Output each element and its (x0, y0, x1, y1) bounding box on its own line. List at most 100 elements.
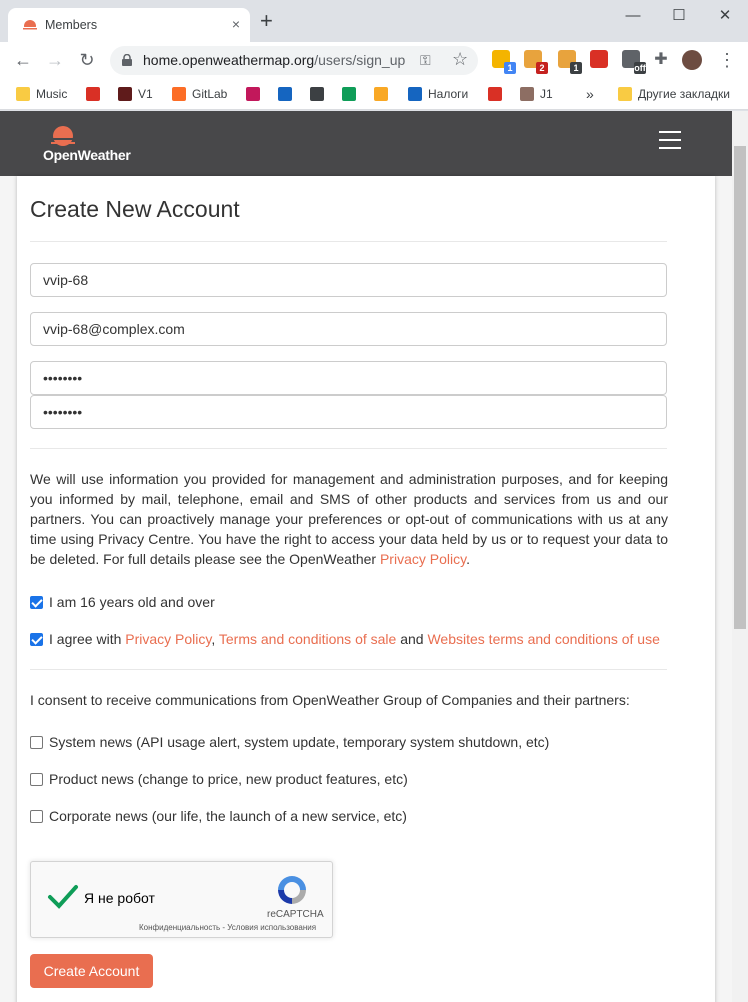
agree-checkbox-row[interactable]: I agree with Privacy Policy, Terms and c… (30, 631, 660, 647)
age-checkbox-label: I am 16 years old and over (49, 594, 215, 610)
bookmark-item[interactable]: Налоги (408, 85, 468, 103)
bookmark-item[interactable] (278, 85, 298, 103)
recaptcha-brand: reCAPTCHA (267, 909, 324, 920)
bookmarks-bar: Music V1 GitLab Налоги J1 » Другие закладки (0, 78, 748, 110)
bookmark-item[interactable]: GitLab (172, 85, 227, 103)
logo-sun-icon (49, 126, 77, 146)
ext-3-icon[interactable]: 1 (558, 50, 582, 74)
folder-icon (16, 87, 30, 101)
recaptcha-logo-icon (278, 876, 306, 904)
agree-separator: , (211, 631, 219, 647)
divider (30, 669, 667, 670)
privacy-policy-link[interactable]: Privacy Policy (125, 631, 211, 647)
bookmark-item[interactable] (374, 85, 394, 103)
bookmark-item[interactable] (86, 85, 106, 103)
menu-kebab-icon[interactable]: ⋮ (714, 48, 740, 74)
bookmark-item[interactable]: Music (16, 85, 67, 103)
bookmark-item[interactable]: V1 (118, 85, 153, 103)
divider (30, 448, 667, 449)
minimize-button[interactable]: — (610, 6, 656, 26)
v1-icon (118, 87, 132, 101)
recaptcha-checkmark-icon[interactable] (47, 882, 79, 912)
agree-and: and (396, 631, 428, 647)
hamburger-menu-icon[interactable] (659, 131, 681, 149)
website-terms-link[interactable]: Websites terms and conditions of use (427, 631, 659, 647)
scrollbar[interactable] (732, 111, 748, 1002)
bookmark-label: GitLab (192, 87, 228, 101)
password-confirm-input[interactable]: •••••••• (30, 395, 667, 429)
page-title: Create New Account (30, 196, 240, 222)
url-path: /users/sign_up (314, 52, 406, 68)
system-news-row[interactable]: System news (API usage alert, system upd… (30, 734, 549, 750)
back-arrow-icon[interactable]: ← (10, 48, 36, 74)
ext-5-icon[interactable]: off (622, 50, 646, 74)
email-input[interactable]: vvip-68@complex.com (30, 312, 667, 346)
key-icon[interactable]: ⚿ (420, 52, 431, 69)
privacy-notice-end: . (466, 551, 470, 567)
product-news-row[interactable]: Product news (change to price, new produ… (30, 771, 408, 787)
forward-arrow-icon[interactable]: → (42, 48, 68, 74)
openweather-favicon-icon (22, 20, 38, 32)
bookmark-item[interactable] (488, 85, 508, 103)
page-viewport: OpenWeather Create New Account vvip-68 v… (0, 111, 748, 1002)
system-news-label: System news (API usage alert, system upd… (49, 734, 550, 750)
bookmark-item[interactable]: J1 (520, 85, 553, 103)
address-bar[interactable]: home.openweathermap.org/users/sign_up ⚿ … (110, 46, 478, 75)
ext-1-icon[interactable]: 1 (492, 50, 516, 74)
bookmark-star-icon[interactable]: ☆ (452, 49, 468, 70)
other-bookmarks-folder[interactable]: Другие закладки (618, 85, 730, 103)
maximize-button[interactable]: ☐ (656, 6, 702, 26)
edge-icon (342, 87, 356, 101)
extensions-puzzle-icon[interactable]: ✚ (648, 48, 674, 74)
browser-toolbar: ← → ↻ home.openweathermap.org/users/sign… (0, 42, 748, 78)
bookmark-item[interactable] (342, 85, 362, 103)
new-tab-button[interactable]: + (260, 10, 273, 32)
tab-close-icon[interactable]: × (232, 16, 240, 32)
z-icon (488, 87, 502, 101)
agree-prefix: I agree with (49, 631, 126, 647)
tax-icon (408, 87, 422, 101)
recaptcha-widget: Я не робот reCAPTCHA Конфиденциальность … (30, 861, 333, 938)
bookmark-item[interactable] (310, 85, 330, 103)
corporate-news-row[interactable]: Corporate news (our life, the launch of … (30, 808, 407, 824)
username-input[interactable]: vvip-68 (30, 263, 667, 297)
rocket-icon (246, 87, 260, 101)
system-news-checkbox[interactable] (30, 736, 43, 749)
scrollbar-thumb[interactable] (734, 146, 746, 629)
browser-titlebar: Members × + — ☐ ✕ (0, 0, 748, 42)
ext-2-icon[interactable]: 2 (524, 50, 548, 74)
product-news-label: Product news (change to price, new produ… (49, 771, 408, 787)
corporate-news-label: Corporate news (our life, the launch of … (49, 808, 407, 824)
product-news-checkbox[interactable] (30, 773, 43, 786)
openweather-logo[interactable]: OpenWeather (43, 123, 139, 165)
tab-title: Members (45, 18, 98, 32)
more-bookmarks-icon[interactable]: » (586, 85, 594, 103)
divider (30, 241, 667, 242)
bookmark-item[interactable] (246, 85, 266, 103)
bookmark-label: Music (36, 87, 68, 101)
privacy-policy-link[interactable]: Privacy Policy (380, 551, 466, 567)
browser-tab[interactable]: Members × (8, 8, 250, 42)
close-window-button[interactable]: ✕ (702, 6, 748, 26)
recaptcha-label: Я не робот (84, 890, 155, 906)
terms-of-sale-link[interactable]: Terms and conditions of sale (219, 631, 396, 647)
ext-4-icon[interactable] (590, 50, 608, 68)
reload-icon[interactable]: ↻ (74, 48, 100, 74)
age-checkbox[interactable] (30, 596, 43, 609)
bookmark-label: V1 (138, 87, 153, 101)
create-account-button[interactable]: Create Account (30, 954, 153, 988)
site-header: OpenWeather (0, 111, 732, 176)
gitlab-icon (172, 87, 186, 101)
folder-icon (618, 87, 632, 101)
age-checkbox-row[interactable]: I am 16 years old and over (30, 594, 215, 610)
agree-checkbox[interactable] (30, 633, 43, 646)
extension-badge: 2 (536, 62, 548, 74)
recaptcha-links[interactable]: Конфиденциальность - Условия использован… (139, 923, 316, 932)
bookmark-label: Налоги (428, 87, 469, 101)
corporate-news-checkbox[interactable] (30, 810, 43, 823)
profile-avatar[interactable] (682, 50, 702, 70)
extension-badge: 1 (504, 62, 516, 74)
consent-text: I consent to receive communications from… (30, 692, 630, 708)
bookmark-label: J1 (540, 87, 553, 101)
password-input[interactable]: •••••••• (30, 361, 667, 395)
